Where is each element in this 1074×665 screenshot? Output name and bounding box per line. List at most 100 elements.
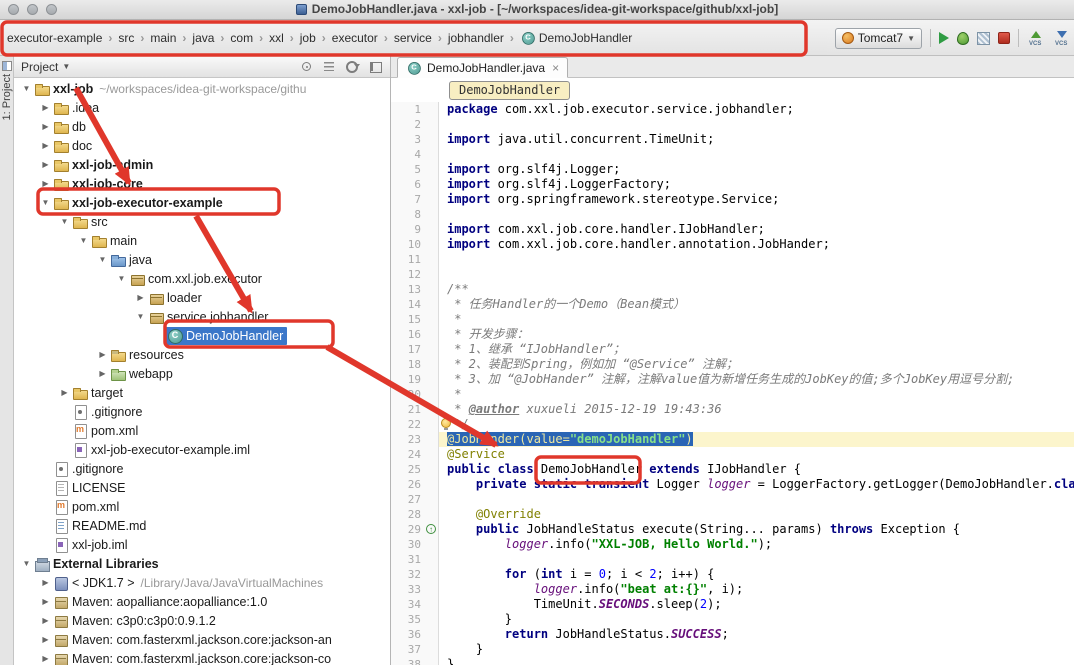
- tree-item-src[interactable]: ▼src: [14, 212, 390, 231]
- project-toolwindow-tab[interactable]: 1: Project: [1, 74, 13, 120]
- editor-tab[interactable]: DemoJobHandler.java ×: [397, 57, 568, 78]
- tree-item-gitignore[interactable]: .gitignore: [14, 402, 390, 421]
- vcs-commit-button[interactable]: [1027, 30, 1045, 47]
- code-line-3[interactable]: 3import java.util.concurrent.TimeUnit;: [391, 132, 1074, 147]
- breadcrumb-item-service[interactable]: service: [389, 29, 437, 47]
- tree-item-xxl-job[interactable]: ▼xxl-job~/workspaces/idea-git-workspace/…: [14, 79, 390, 98]
- tree-item-xxl-job-admin[interactable]: ▶xxl-job-admin: [14, 155, 390, 174]
- tree-item-demojobhandler[interactable]: DemoJobHandler: [14, 326, 390, 345]
- tree-collapsed-icon[interactable]: ▶: [39, 597, 52, 606]
- current-element-chip[interactable]: DemoJobHandler: [449, 81, 570, 100]
- tree-item-license[interactable]: LICENSE: [14, 478, 390, 497]
- collapse-all-icon[interactable]: [322, 59, 337, 74]
- code-line-9[interactable]: 9import com.xxl.job.core.handler.IJobHan…: [391, 222, 1074, 237]
- code-line-30[interactable]: 30 logger.info("XXL-JOB, Hello World.");: [391, 537, 1074, 552]
- code-line-37[interactable]: 37 }: [391, 642, 1074, 657]
- tree-collapsed-icon[interactable]: ▶: [96, 350, 109, 359]
- breadcrumb-item-java[interactable]: java: [187, 29, 219, 47]
- code-line-19[interactable]: 19 * 3、加 “@JobHander” 注解，注解value值为新增任务生成…: [391, 372, 1074, 387]
- tree-item-jdk1-7[interactable]: ▶< JDK1.7 >/Library/Java/JavaVirtualMach…: [14, 573, 390, 592]
- tree-collapsed-icon[interactable]: ▶: [39, 160, 52, 169]
- tree-item-idea[interactable]: ▶.idea: [14, 98, 390, 117]
- tree-item-maven-com-fasterxml-jackson-core-jackson-co[interactable]: ▶Maven: com.fasterxml.jackson.core:jacks…: [14, 649, 390, 665]
- code-line-29[interactable]: 29↑ public JobHandleStatus execute(Strin…: [391, 522, 1074, 537]
- project-toolwindow-icon[interactable]: [2, 61, 12, 71]
- tree-collapsed-icon[interactable]: ▶: [39, 179, 52, 188]
- tree-item-xxl-job-iml[interactable]: xxl-job.iml: [14, 535, 390, 554]
- vcs-update-button[interactable]: [1053, 30, 1071, 47]
- tree-expanded-icon[interactable]: ▼: [20, 84, 33, 93]
- tree-item-service-jobhandler[interactable]: ▼service.jobhandler: [14, 307, 390, 326]
- close-icon[interactable]: ×: [552, 61, 559, 75]
- tree-collapsed-icon[interactable]: ▶: [39, 103, 52, 112]
- tree-collapsed-icon[interactable]: ▶: [39, 654, 52, 663]
- code-line-16[interactable]: 16 * 开发步骤：: [391, 327, 1074, 342]
- code-line-7[interactable]: 7import org.springframework.stereotype.S…: [391, 192, 1074, 207]
- tree-item-readme-md[interactable]: README.md: [14, 516, 390, 535]
- code-line-15[interactable]: 15 *: [391, 312, 1074, 327]
- tree-item-maven-aopalliance-aopalliance-1-0[interactable]: ▶Maven: aopalliance:aopalliance:1.0: [14, 592, 390, 611]
- tree-collapsed-icon[interactable]: ▶: [58, 388, 71, 397]
- tree-collapsed-icon[interactable]: ▶: [39, 616, 52, 625]
- override-marker-icon[interactable]: ↑: [425, 522, 439, 537]
- breadcrumb-item-com[interactable]: com: [225, 29, 258, 47]
- tree-item-com-xxl-job-executor[interactable]: ▼com.xxl.job.executor: [14, 269, 390, 288]
- tree-item-target[interactable]: ▶target: [14, 383, 390, 402]
- code-line-8[interactable]: 8: [391, 207, 1074, 222]
- code-line-27[interactable]: 27: [391, 492, 1074, 507]
- tree-item-maven-com-fasterxml-jackson-core-jackson-an[interactable]: ▶Maven: com.fasterxml.jackson.core:jacks…: [14, 630, 390, 649]
- code-line-2[interactable]: 2: [391, 117, 1074, 132]
- run-configuration-select[interactable]: Tomcat7 ▼: [835, 28, 922, 49]
- breadcrumb-item-main[interactable]: main: [145, 29, 181, 47]
- breadcrumb-item-jobhandler[interactable]: jobhandler: [443, 29, 509, 47]
- tree-item-main[interactable]: ▼main: [14, 231, 390, 250]
- tree-expanded-icon[interactable]: ▼: [39, 198, 52, 207]
- code-line-6[interactable]: 6import org.slf4j.LoggerFactory;: [391, 177, 1074, 192]
- code-line-26[interactable]: 26 private static transient Logger logge…: [391, 477, 1074, 492]
- code-line-13[interactable]: 13/**: [391, 282, 1074, 297]
- debug-button[interactable]: [957, 32, 969, 45]
- tree-item-gitignore[interactable]: .gitignore: [14, 459, 390, 478]
- tree-expanded-icon[interactable]: ▼: [77, 236, 90, 245]
- tree-item-external-libraries[interactable]: ▼External Libraries: [14, 554, 390, 573]
- tree-collapsed-icon[interactable]: ▶: [39, 122, 52, 131]
- run-button[interactable]: [939, 32, 949, 44]
- tree-item-resources[interactable]: ▶resources: [14, 345, 390, 364]
- tree-expanded-icon[interactable]: ▼: [20, 559, 33, 568]
- code-line-34[interactable]: 34 TimeUnit.SECONDS.sleep(2);: [391, 597, 1074, 612]
- code-line-11[interactable]: 11: [391, 252, 1074, 267]
- code-line-24[interactable]: 24@Service: [391, 447, 1074, 462]
- hide-panel-icon[interactable]: [368, 59, 383, 74]
- code-line-5[interactable]: 5import org.slf4j.Logger;: [391, 162, 1074, 177]
- tree-item-xxl-job-executor-example[interactable]: ▼xxl-job-executor-example: [14, 193, 390, 212]
- code-line-32[interactable]: 32 for (int i = 0; i < 2; i++) {: [391, 567, 1074, 582]
- code-line-22[interactable]: 22 */: [391, 417, 1074, 432]
- coverage-button[interactable]: [977, 32, 990, 45]
- breadcrumb-item-executor-example[interactable]: executor-example: [2, 29, 107, 47]
- breadcrumb-item-xxl[interactable]: xxl: [264, 29, 289, 47]
- code-line-33[interactable]: 33 logger.info("beat at:{}", i);: [391, 582, 1074, 597]
- code-line-1[interactable]: 1package com.xxl.job.executor.service.jo…: [391, 102, 1074, 117]
- code-line-31[interactable]: 31: [391, 552, 1074, 567]
- code-line-38[interactable]: 38}: [391, 657, 1074, 665]
- stop-button[interactable]: [998, 32, 1010, 44]
- code-line-20[interactable]: 20 *: [391, 387, 1074, 402]
- code-line-10[interactable]: 10import com.xxl.job.core.handler.annota…: [391, 237, 1074, 252]
- tree-item-pom-xml[interactable]: pom.xml: [14, 421, 390, 440]
- tree-item-java[interactable]: ▼java: [14, 250, 390, 269]
- tree-expanded-icon[interactable]: ▼: [58, 217, 71, 226]
- tree-expanded-icon[interactable]: ▼: [134, 312, 147, 321]
- tree-collapsed-icon[interactable]: ▶: [39, 578, 52, 587]
- tree-item-maven-c3p0-c3p0-0-9-1-2[interactable]: ▶Maven: c3p0:c3p0:0.9.1.2: [14, 611, 390, 630]
- breadcrumb-item-job[interactable]: job: [295, 29, 321, 47]
- tree-expanded-icon[interactable]: ▼: [115, 274, 128, 283]
- breadcrumb-item-demojobhandler[interactable]: DemoJobHandler: [515, 28, 637, 48]
- code-line-14[interactable]: 14 * 任务Handler的一个Demo（Bean模式）: [391, 297, 1074, 312]
- code-line-18[interactable]: 18 * 2、装配到Spring，例如加 “@Service” 注解；: [391, 357, 1074, 372]
- tree-collapsed-icon[interactable]: ▶: [39, 141, 52, 150]
- code-line-4[interactable]: 4: [391, 147, 1074, 162]
- tree-collapsed-icon[interactable]: ▶: [39, 635, 52, 644]
- code-line-21[interactable]: 21 * @author xuxueli 2015-12-19 19:43:36: [391, 402, 1074, 417]
- tree-item-doc[interactable]: ▶doc: [14, 136, 390, 155]
- intention-bulb-icon[interactable]: [441, 418, 451, 428]
